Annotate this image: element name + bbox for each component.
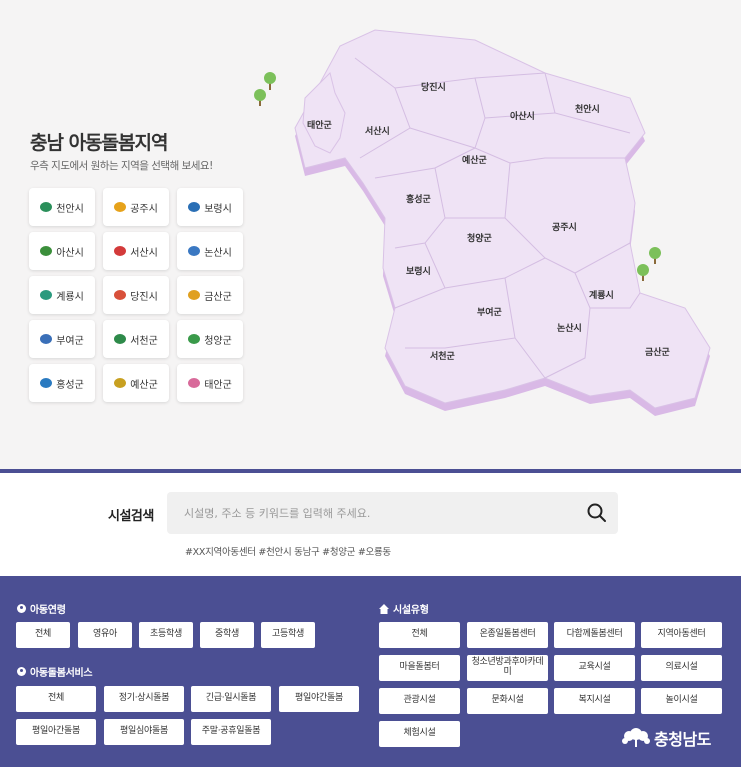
city-button-seosan[interactable]: 서산시 [103,232,169,270]
city-button-hongseong[interactable]: 홍성군 [29,364,95,402]
facility-option-play[interactable]: 놀이시설 [641,688,722,714]
search-tag-suggestions[interactable]: #XX지역아동센터 #천안시 동남구 #청양군 #오룡동 [185,544,391,558]
map-label-cheonan[interactable]: 천안시 [575,104,600,115]
city-emblem-icon [188,290,201,300]
map-label-cheongyang[interactable]: 청양군 [467,232,493,244]
user-icon [17,667,26,676]
map-label-gongju[interactable]: 공주시 [552,222,577,233]
map-label-asan[interactable]: 아산시 [510,110,535,122]
facility-option-education[interactable]: 교육시설 [554,655,635,681]
facility-option-village-care[interactable]: 마을돌봄터 [379,655,460,681]
search-label: 시설검색 [108,509,154,524]
map-label-seocheon[interactable]: 서천군 [430,350,456,362]
logo-tree-icon [622,728,650,747]
chungnam-logo: 충청남도 [620,726,711,750]
home-icon [379,603,389,614]
city-button-gyeryong[interactable]: 계룡시 [29,276,95,314]
service-option-weekday-late[interactable]: 평일심야돌봄 [104,719,184,745]
facility-option-allday-care[interactable]: 온종일돌봄센터 [467,622,548,648]
city-emblem-icon [188,202,201,212]
city-emblem-icon [40,378,53,388]
city-emblem-icon [114,202,127,212]
city-emblem-icon [114,334,127,344]
city-button-nonsan[interactable]: 논산시 [177,232,243,270]
age-filter-title: 아동연령 [17,601,66,616]
city-button-buyeo[interactable]: 부여군 [29,320,95,358]
user-icon [17,604,26,613]
facility-option-experience[interactable]: 체험시설 [379,721,460,747]
map-label-yesan[interactable]: 예산군 [462,154,488,166]
page-title: 충남 아동돌봄지역 [30,132,168,154]
city-button-dangjin[interactable]: 당진시 [103,276,169,314]
city-button-cheongyang[interactable]: 청양군 [177,320,243,358]
map-label-hongseong[interactable]: 홍성군 [406,193,432,205]
city-emblem-icon [40,290,53,300]
city-button-cheonan[interactable]: 천안시 [29,188,95,226]
city-emblem-icon [114,378,127,388]
service-option-all[interactable]: 전체 [16,686,96,712]
age-option-middle[interactable]: 중학생 [200,622,254,648]
service-filter-title: 아동돌봄서비스 [17,664,93,679]
city-emblem-icon [40,334,53,344]
facility-option-culture[interactable]: 문화시설 [467,688,548,714]
city-button-asan[interactable]: 아산시 [29,232,95,270]
map-label-geumsan[interactable]: 금산군 [645,346,671,358]
city-emblem-icon [188,378,201,388]
map-label-nonsan[interactable]: 논산시 [557,322,582,334]
search-box [167,492,618,534]
page-subtitle: 우측 지도에서 원하는 지역을 선택해 보세요! [30,160,213,172]
map-label-gyeryong[interactable]: 계룡시 [589,289,614,301]
city-button-grid: 천안시 공주시 보령시 아산시 서산시 논산시 계룡시 당진시 금산군 부여군 … [29,188,243,402]
age-option-high[interactable]: 고등학생 [261,622,315,648]
city-button-boryeong[interactable]: 보령시 [177,188,243,226]
service-option-regular[interactable]: 정기·상시돌봄 [104,686,184,712]
service-option-weekday-evening[interactable]: 평일야간돌봄 [279,686,359,712]
service-option-emergency[interactable]: 긴급·일시돌봄 [191,686,271,712]
city-button-taean[interactable]: 태안군 [177,364,243,402]
map-label-taean[interactable]: 태안군 [307,119,333,131]
facility-filter-title: 시설유형 [379,601,429,616]
map-label-dangjin[interactable]: 당진시 [421,81,446,93]
map-label-buyeo[interactable]: 부여군 [477,306,503,318]
age-option-all[interactable]: 전체 [16,622,70,648]
filter-panel: 아동연령 전체 영유아 초등학생 중학생 고등학생 아동돌봄서비스 전체 정기·… [0,576,741,767]
facility-option-youth-academy[interactable]: 청소년방과후아카데미 [467,655,548,681]
age-option-infant[interactable]: 영유아 [78,622,132,648]
facility-option-local-child-center[interactable]: 지역아동센터 [641,622,722,648]
city-emblem-icon [114,290,127,300]
city-emblem-icon [40,246,53,256]
search-section: 시설검색 #XX지역아동센터 #천안시 동남구 #청양군 #오룡동 [0,473,741,576]
city-button-geumsan[interactable]: 금산군 [177,276,243,314]
service-option-weekend[interactable]: 주말·공휴일돌봄 [191,719,271,745]
service-option-weekday-night[interactable]: 평일아간돌봄 [16,719,96,745]
facility-option-welfare[interactable]: 복지시설 [554,688,635,714]
city-emblem-icon [40,202,53,212]
region-section: 충남 아동돌봄지역 우측 지도에서 원하는 지역을 선택해 보세요! 천안시 공… [0,0,741,470]
city-button-yesan[interactable]: 예산군 [103,364,169,402]
search-input[interactable] [167,492,567,534]
facility-option-tourism[interactable]: 관광시설 [379,688,460,714]
map-label-boryeong[interactable]: 보령시 [406,265,431,277]
age-option-elementary[interactable]: 초등학생 [139,622,193,648]
city-button-gongju[interactable]: 공주시 [103,188,169,226]
facility-option-together-care[interactable]: 다함께돌봄센터 [554,622,635,648]
city-emblem-icon [188,334,201,344]
city-emblem-icon [188,246,201,256]
facility-option-all[interactable]: 전체 [379,622,460,648]
chungnam-map: 당진시 태안군 서산시 아산시 천안시 예산군 홍성군 공주시 청양군 보령시 … [254,29,711,416]
city-button-seocheon[interactable]: 서천군 [103,320,169,358]
search-icon[interactable] [586,502,608,524]
map-label-seosan[interactable]: 서산시 [365,125,390,137]
facility-option-medical[interactable]: 의료시설 [641,655,722,681]
city-emblem-icon [114,246,127,256]
